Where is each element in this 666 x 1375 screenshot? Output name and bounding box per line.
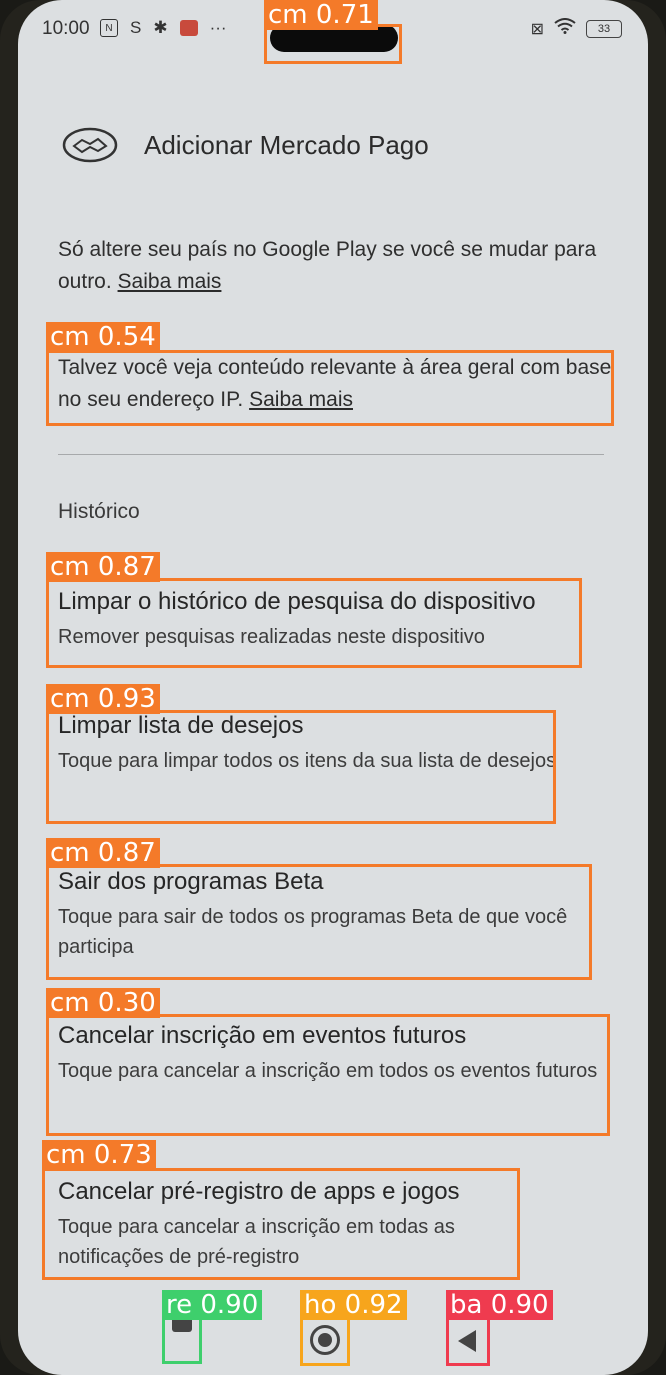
detection-label: cm 0.54 [46, 322, 160, 352]
battery-icon: 33 [586, 19, 622, 38]
cancel-preregistration-item[interactable]: Cancelar pré-registro de apps e jogos To… [58, 1176, 618, 1272]
item-subtitle: Toque para limpar todos os itens da sua … [58, 750, 557, 772]
item-title: Sair dos programas Beta [58, 868, 324, 895]
wifi-icon [554, 18, 576, 39]
ip-learn-more-link[interactable]: Saiba mais [249, 388, 353, 411]
nfc-icon: N [100, 19, 118, 37]
detection-label: cm 0.87 [46, 838, 160, 868]
history-section-title: Histórico [58, 500, 140, 523]
detection-label: ba 0.90 [446, 1290, 553, 1320]
back-button[interactable] [458, 1330, 476, 1352]
clear-search-history-item[interactable]: Limpar o histórico de pesquisa do dispos… [58, 586, 618, 652]
divider [58, 454, 604, 455]
leave-beta-programs-item[interactable]: Sair dos programas Beta Toque para sair … [58, 866, 618, 962]
ip-notice: Talvez você veja conteúdo relevante à ár… [58, 352, 614, 416]
item-title: Cancelar inscrição em eventos futuros [58, 1022, 467, 1049]
detection-label: ho 0.92 [300, 1290, 407, 1320]
clear-wishlist-item[interactable]: Limpar lista de desejos Toque para limpa… [58, 710, 618, 776]
account-header[interactable]: Adicionar Mercado Pago [62, 126, 429, 164]
item-subtitle: Toque para cancelar a inscrição em todos… [58, 1060, 598, 1082]
item-title: Limpar o histórico de pesquisa do dispos… [58, 588, 536, 615]
detection-label: cm 0.93 [46, 684, 160, 714]
sync-icon: S [130, 18, 142, 37]
home-button[interactable] [310, 1325, 340, 1355]
header-title: Adicionar Mercado Pago [144, 129, 429, 160]
status-time: 10:00 [42, 18, 90, 39]
item-subtitle: Toque para sair de todos os programas Be… [58, 906, 568, 958]
unsubscribe-events-item[interactable]: Cancelar inscrição em eventos futuros To… [58, 1020, 618, 1086]
item-title: Cancelar pré-registro de apps e jogos [58, 1178, 460, 1205]
gear-icon: ✱ [153, 18, 168, 37]
item-subtitle: Toque para cancelar a inscrição em todas… [58, 1216, 455, 1268]
status-notification-icons: N S ✱ ··· [100, 18, 227, 38]
mail-icon [179, 20, 198, 36]
country-notice: Só altere seu país no Google Play se voc… [58, 234, 614, 298]
detection-label: cm 0.30 [46, 988, 160, 1018]
detection-label: cm 0.87 [46, 552, 160, 582]
item-subtitle: Remover pesquisas realizadas neste dispo… [58, 626, 485, 648]
detection-label: cm 0.71 [264, 0, 378, 30]
status-system-icons: ⊠ 33 [531, 18, 622, 39]
detection-label: re 0.90 [162, 1290, 263, 1320]
no-sim-icon: ⊠ [530, 20, 544, 38]
country-learn-more-link[interactable]: Saiba mais [118, 270, 222, 293]
mercado-pago-logo-icon [62, 127, 118, 163]
more-icon: ··· [209, 18, 227, 37]
detection-label: cm 0.73 [42, 1140, 156, 1170]
item-title: Limpar lista de desejos [58, 712, 304, 739]
